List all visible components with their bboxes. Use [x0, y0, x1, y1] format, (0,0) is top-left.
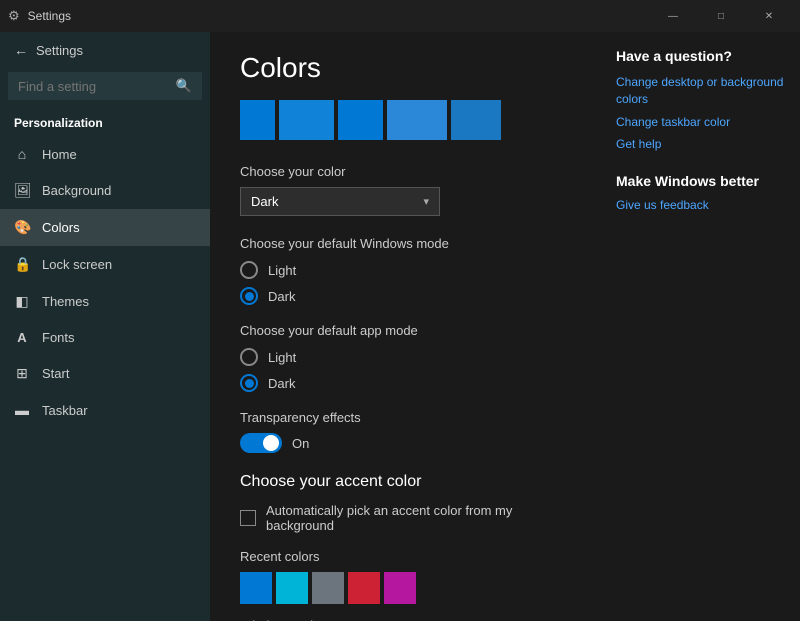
- sidebar-item-lockscreen-label: Lock screen: [42, 257, 112, 272]
- transparency-section: Transparency effects On: [240, 410, 570, 453]
- color-dropdown-value: Dark: [251, 194, 278, 209]
- transparency-toggle[interactable]: [240, 433, 282, 453]
- windows-mode-dark[interactable]: Dark: [240, 287, 570, 305]
- windows-mode-light[interactable]: Light: [240, 261, 570, 279]
- make-better-heading: Make Windows better: [616, 173, 784, 189]
- app-mode-light[interactable]: Light: [240, 348, 570, 366]
- sidebar-item-home-label: Home: [42, 147, 77, 162]
- link-taskbar-color[interactable]: Change taskbar color: [616, 114, 784, 131]
- app-mode-light-label: Light: [268, 350, 296, 365]
- recent-swatch[interactable]: [384, 572, 416, 604]
- windows-mode-light-radio[interactable]: [240, 261, 258, 279]
- app-mode-section: Choose your default app mode Light Dark: [240, 323, 570, 392]
- colors-icon: 🎨: [14, 219, 30, 236]
- windows-mode-light-label: Light: [268, 263, 296, 278]
- fonts-icon: A: [14, 330, 30, 345]
- search-box: 🔍: [8, 72, 202, 100]
- sidebar-item-lockscreen[interactable]: 🔒 Lock screen: [0, 246, 210, 283]
- transparency-toggle-label: On: [292, 436, 309, 451]
- app-mode-light-radio[interactable]: [240, 348, 258, 366]
- windows-mode-label: Choose your default Windows mode: [240, 236, 570, 251]
- search-input[interactable]: [18, 79, 170, 94]
- sidebar-back-button[interactable]: ← Settings: [0, 32, 210, 68]
- recent-swatches: [240, 572, 570, 604]
- titlebar: ⚙ Settings — □ ✕: [0, 0, 800, 32]
- auto-accent-checkbox[interactable]: [240, 510, 256, 526]
- close-button[interactable]: ✕: [746, 0, 792, 32]
- right-panel: Have a question? Change desktop or backg…: [600, 32, 800, 621]
- sidebar-item-themes[interactable]: ◧ Themes: [0, 283, 210, 320]
- titlebar-controls: — □ ✕: [650, 0, 792, 32]
- color-preview: [240, 100, 570, 140]
- accent-section: Choose your accent color Automatically p…: [240, 473, 570, 621]
- search-icon: 🔍: [176, 78, 192, 94]
- link-get-help[interactable]: Get help: [616, 136, 784, 153]
- sidebar-item-fonts[interactable]: A Fonts: [0, 320, 210, 355]
- transparency-toggle-row: On: [240, 433, 570, 453]
- sidebar-item-start[interactable]: ⊞ Start: [0, 355, 210, 392]
- radio-inner-fill: [245, 292, 254, 301]
- choose-color-container: Choose your color Dark ▾: [240, 164, 570, 216]
- app-container: ← Settings 🔍 Personalization ⌂ Home 🖼 Ba…: [0, 32, 800, 621]
- titlebar-title: Settings: [28, 9, 71, 23]
- preview-bar-3: [338, 100, 383, 140]
- page-title: Colors: [240, 52, 570, 84]
- app-mode-label: Choose your default app mode: [240, 323, 570, 338]
- minimize-button[interactable]: —: [650, 0, 696, 32]
- sidebar-item-fonts-label: Fonts: [42, 330, 75, 345]
- sidebar-item-colors[interactable]: 🎨 Colors: [0, 209, 210, 246]
- app-mode-dark-radio[interactable]: [240, 374, 258, 392]
- sidebar-item-colors-label: Colors: [42, 220, 80, 235]
- preview-bar-5: [451, 100, 501, 140]
- link-desktop-colors[interactable]: Change desktop or background colors: [616, 74, 784, 108]
- sidebar-item-themes-label: Themes: [42, 294, 89, 309]
- app-mode-dark[interactable]: Dark: [240, 374, 570, 392]
- home-icon: ⌂: [14, 146, 30, 162]
- personalization-label: Personalization: [0, 108, 210, 136]
- choose-color-label: Choose your color: [240, 164, 570, 179]
- recent-swatch[interactable]: [348, 572, 380, 604]
- auto-accent-label: Automatically pick an accent color from …: [266, 503, 570, 533]
- sidebar-item-start-label: Start: [42, 366, 69, 381]
- taskbar-icon: ▬: [14, 402, 30, 418]
- link-feedback[interactable]: Give us feedback: [616, 197, 784, 214]
- main-content: Colors Choose your color Dark ▾ Choose y…: [210, 32, 600, 621]
- windows-mode-dark-label: Dark: [268, 289, 295, 304]
- recent-swatch[interactable]: [312, 572, 344, 604]
- lock-icon: 🔒: [14, 256, 30, 273]
- accent-title: Choose your accent color: [240, 473, 570, 491]
- sidebar-item-taskbar[interactable]: ▬ Taskbar: [0, 392, 210, 428]
- dropdown-arrow-icon: ▾: [423, 195, 429, 208]
- background-icon: 🖼: [14, 182, 30, 199]
- preview-bar-2: [279, 100, 334, 140]
- back-arrow-icon: ←: [14, 42, 28, 58]
- recent-swatch[interactable]: [240, 572, 272, 604]
- radio-inner-app-fill: [245, 379, 254, 388]
- app-mode-dark-label: Dark: [268, 376, 295, 391]
- preview-bar-4: [387, 100, 447, 140]
- sidebar-item-taskbar-label: Taskbar: [42, 403, 88, 418]
- sidebar-item-home[interactable]: ⌂ Home: [0, 136, 210, 172]
- transparency-label: Transparency effects: [240, 410, 570, 425]
- have-question-heading: Have a question?: [616, 48, 784, 64]
- toggle-thumb: [263, 435, 279, 451]
- settings-icon: ⚙: [8, 8, 20, 24]
- themes-icon: ◧: [14, 293, 30, 310]
- sidebar: ← Settings 🔍 Personalization ⌂ Home 🖼 Ba…: [0, 32, 210, 621]
- start-icon: ⊞: [14, 365, 30, 382]
- sidebar-item-background-label: Background: [42, 183, 111, 198]
- windows-mode-section: Choose your default Windows mode Light D…: [240, 236, 570, 305]
- windows-mode-dark-radio[interactable]: [240, 287, 258, 305]
- maximize-button[interactable]: □: [698, 0, 744, 32]
- sidebar-back-label: Settings: [36, 43, 83, 58]
- color-dropdown[interactable]: Dark ▾: [240, 187, 440, 216]
- sidebar-item-background[interactable]: 🖼 Background: [0, 172, 210, 209]
- auto-accent-row: Automatically pick an accent color from …: [240, 503, 570, 533]
- recent-colors-label: Recent colors: [240, 549, 570, 564]
- recent-swatch[interactable]: [276, 572, 308, 604]
- preview-bar-1: [240, 100, 275, 140]
